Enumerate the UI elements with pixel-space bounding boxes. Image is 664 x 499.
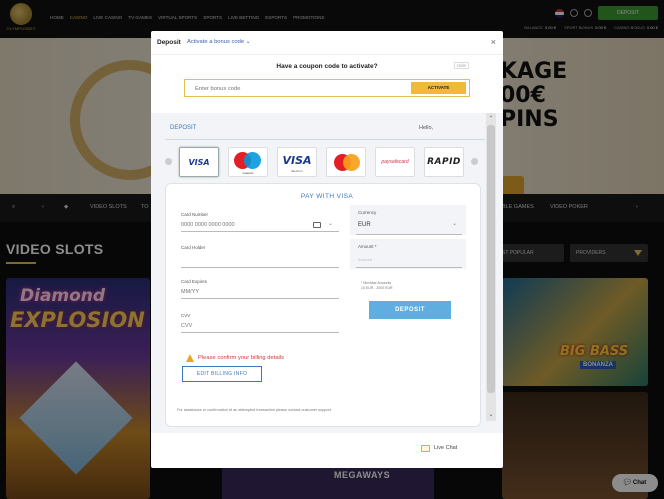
greeting: Hello, <box>419 125 434 131</box>
hide-coupon-button[interactable]: Hide <box>453 62 469 69</box>
paysafecard-logo-text: paysafecard <box>381 159 409 165</box>
visa-logo-text: VISA <box>188 158 210 167</box>
pay-with-title: PAY WITH VISA <box>300 193 354 200</box>
live-chat-link[interactable]: Live Chat <box>434 445 457 451</box>
amount-underline <box>356 267 462 268</box>
payment-method-paysafecard[interactable]: paysafecard <box>375 147 415 177</box>
cvv-label: CVV <box>181 313 191 318</box>
scrollbar-thumb[interactable] <box>487 125 495 393</box>
tab-deposit[interactable]: DEPOSIT <box>170 125 196 131</box>
carousel-prev-icon[interactable] <box>165 158 172 165</box>
deposit-submit-button[interactable]: DEPOSIT <box>369 301 451 319</box>
tab-divider <box>165 139 485 140</box>
activate-button[interactable]: ACTIVATE <box>411 82 466 94</box>
maestro-logo-text: maestro <box>242 171 254 175</box>
modal-title: Deposit <box>157 39 181 46</box>
coupon-field: ACTIVATE <box>184 79 470 97</box>
currency-underline <box>356 234 462 235</box>
card-number-label: Card Number <box>181 212 209 217</box>
visa-electron-sub: Electron <box>291 169 303 173</box>
support-footnote: For assistance or confirmation of an att… <box>177 408 332 412</box>
close-button[interactable]: × <box>491 37 496 47</box>
billing-warning: Please confirm your billing details <box>198 355 285 361</box>
deposit-modal: Deposit Activate a bonus code ⌄ × Have a… <box>151 31 503 468</box>
scroll-up-icon[interactable]: ⌃ <box>486 115 496 122</box>
chevron-down-icon: ⌄ <box>452 221 458 227</box>
carousel-next-icon[interactable] <box>471 158 478 165</box>
warning-icon <box>186 354 194 362</box>
amount-placeholder: Amount <box>358 257 372 262</box>
edit-billing-button[interactable]: EDIT BILLING INFO <box>182 366 262 382</box>
card-expires-label: Card Expires <box>181 279 208 284</box>
live-chat-icon[interactable] <box>421 445 430 452</box>
currency-value: EUR <box>358 222 371 228</box>
cvv-input[interactable] <box>181 320 339 333</box>
card-expires-input[interactable] <box>181 286 339 299</box>
credit-card-icon <box>313 222 321 228</box>
card-holder-input[interactable] <box>181 255 339 268</box>
amount-limits: * Min/Max Amounts 10 EUR - 2000 EUR <box>361 281 393 290</box>
currency-label: Currency <box>358 210 377 215</box>
coupon-question: Have a coupon code to activate? <box>276 63 378 70</box>
chevron-down-icon: ⌄ <box>245 39 251 45</box>
chevron-down-icon[interactable]: ⌄ <box>328 220 333 227</box>
payment-method-maestro[interactable]: maestro <box>228 147 268 177</box>
bonus-code-input[interactable] <box>195 84 395 94</box>
payment-method-visa-electron[interactable]: VISA Electron <box>277 147 317 177</box>
card-holder-label: Card Holder <box>181 245 206 250</box>
rapid-logo-text: RAPID <box>427 157 461 167</box>
payment-method-rapid[interactable]: RAPID <box>424 147 464 177</box>
maestro-circle-blue <box>244 152 261 169</box>
modal-header: Deposit Activate a bonus code ⌄ × <box>151 31 503 55</box>
activate-bonus-link[interactable]: Activate a bonus code ⌄ <box>187 39 251 45</box>
visa-electron-logo-text: VISA <box>282 154 312 167</box>
mastercard-circle-yellow <box>343 154 360 171</box>
payment-method-mastercard[interactable] <box>326 147 366 177</box>
payment-method-visa[interactable]: VISA <box>179 147 219 177</box>
amount-label: Amount * <box>358 244 377 249</box>
scroll-down-icon[interactable]: ⌄ <box>486 411 496 418</box>
